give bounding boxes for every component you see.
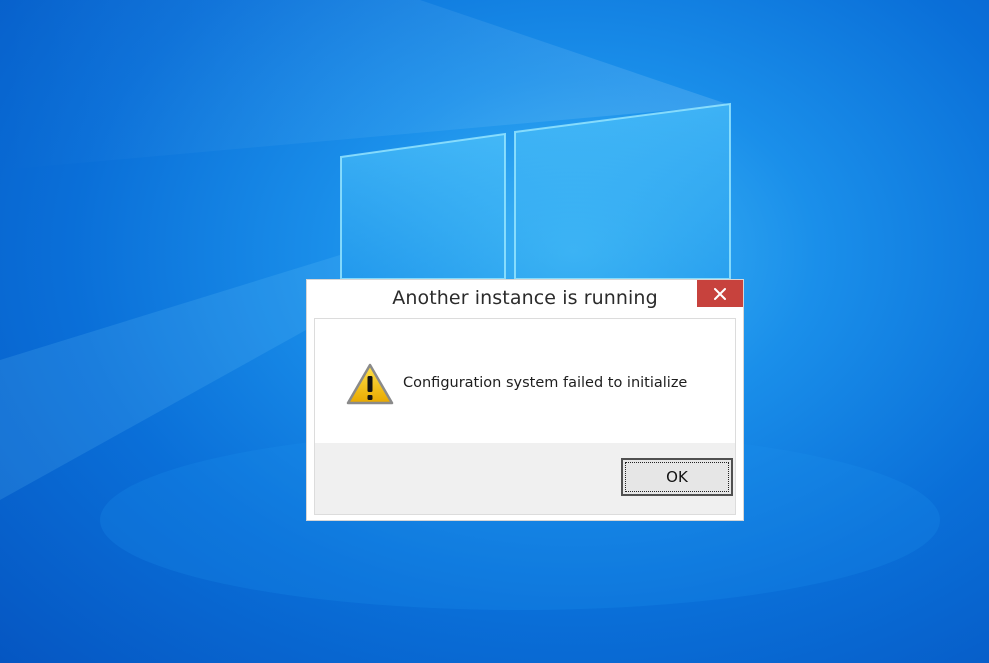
button-area: OK: [315, 443, 735, 514]
warning-icon: [346, 363, 394, 405]
close-button[interactable]: [697, 280, 743, 307]
dialog-content: Configuration system failed to initializ…: [314, 318, 736, 515]
desktop: Another instance is running Configuratio…: [0, 0, 989, 663]
message-text: Configuration system failed to initializ…: [403, 375, 688, 391]
dialog-title: Another instance is running: [392, 287, 658, 309]
error-dialog: Another instance is running Configuratio…: [306, 279, 744, 521]
dialog-titlebar[interactable]: Another instance is running: [307, 280, 743, 318]
close-icon: [714, 287, 726, 300]
message-area: Configuration system failed to initializ…: [315, 319, 735, 443]
ok-button-label: OK: [625, 462, 729, 492]
ok-button[interactable]: OK: [621, 458, 733, 496]
